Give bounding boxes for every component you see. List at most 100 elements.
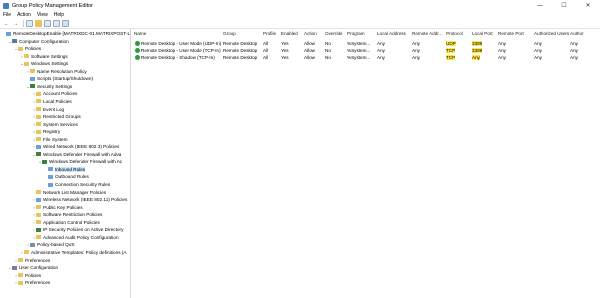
tree-item[interactable]: › Software Restriction Policies	[32, 211, 102, 218]
tree-item-label: File System	[43, 136, 68, 142]
folder-icon	[36, 235, 41, 240]
column-header[interactable]: Group	[223, 31, 236, 39]
table-cell: %System...	[347, 41, 371, 46]
help-icon[interactable]	[62, 20, 69, 27]
column-header[interactable]: Profile	[263, 31, 276, 39]
tree-item[interactable]: › Application Control Policies	[32, 219, 99, 226]
tree-item[interactable]: › Public Key Policies	[32, 204, 82, 211]
folder-icon	[36, 212, 41, 217]
tree-item-label: Software Restriction Policies	[43, 212, 103, 218]
tree-item[interactable]: › Wireless Network (IEEE 802.11) Policies	[32, 196, 127, 203]
menu-view[interactable]: View	[37, 12, 48, 18]
properties-icon[interactable]	[44, 20, 51, 27]
tree-item-label: IP Security Policies on Active Directory	[43, 227, 124, 233]
export-list-icon[interactable]	[53, 20, 60, 27]
tree-item[interactable]: › Event Log	[32, 106, 64, 113]
maximize-button[interactable]: ☐	[552, 0, 576, 11]
column-header[interactable]: Name	[134, 31, 146, 39]
column-header[interactable]: Local Port	[472, 31, 493, 39]
table-cell[interactable]: Remote Desktop - Shadow (TCP-In)	[141, 54, 215, 61]
tree-item[interactable]: › Restricted Groups	[32, 113, 81, 120]
tree-item[interactable]: Inbound Rules	[44, 166, 86, 173]
tree-item[interactable]: › System Services	[32, 121, 78, 128]
folder-icon	[36, 220, 41, 225]
tree-item[interactable]: ⌄ Computer Configuration	[8, 38, 68, 45]
tree-item-label: Name Resolution Policy	[37, 68, 87, 74]
tree-item[interactable]: Connection Security Rules	[44, 181, 110, 188]
tree-item[interactable]: ⌄ Security Settings	[26, 83, 72, 90]
folder-icon	[36, 205, 41, 210]
table-cell: Allow	[304, 41, 315, 46]
tree-item[interactable]: Network List Manager Policies	[32, 189, 106, 196]
tree-item[interactable]: ⌄ Windows Settings	[20, 60, 68, 67]
table-cell: No	[325, 48, 331, 53]
show-hide-tree-icon[interactable]	[26, 20, 33, 27]
tree-item[interactable]: ⌄ User Configuration	[8, 264, 58, 271]
tree-item[interactable]: Scripts (Startup/Shutdown)	[26, 75, 93, 82]
tree-item-label: Restricted Groups	[43, 114, 81, 120]
menu-help[interactable]: Help	[54, 12, 64, 18]
enabled-rule-icon	[135, 41, 140, 46]
tree-item-label: User Configuration	[19, 265, 59, 271]
table-cell: Remote Desktop	[223, 55, 258, 60]
tree-item[interactable]: › Account Policies	[32, 90, 77, 97]
tree-item-label: Account Policies	[43, 91, 78, 97]
table-cell: Any	[534, 48, 542, 53]
column-header[interactable]: Author	[570, 31, 584, 39]
tree-item[interactable]: › Local Policies	[32, 98, 71, 105]
doc-icon	[36, 144, 41, 149]
tree-item[interactable]: › Name Resolution Policy	[26, 68, 87, 75]
tree-item[interactable]: › Advanced Audit Policy Configuration	[32, 234, 118, 241]
column-header[interactable]: Action	[304, 31, 317, 39]
table-cell: 3389	[472, 48, 483, 53]
column-header[interactable]: Remote Addr...	[412, 31, 442, 39]
tree-item[interactable]: › Registry	[32, 128, 60, 135]
tree-item[interactable]: ⌄ Windows Defender Firewall with Ac	[38, 158, 122, 165]
column-header[interactable]: Override	[325, 31, 343, 39]
doc-icon	[36, 197, 41, 202]
table-cell: Any	[570, 41, 578, 46]
column-header[interactable]: Program	[347, 31, 365, 39]
column-header[interactable]: Authorized Users	[534, 31, 569, 39]
table-cell: Remote Desktop	[223, 41, 258, 46]
doc-icon	[30, 76, 35, 81]
tree-item[interactable]: › Policies	[14, 272, 41, 279]
tree-item-label: Network List Manager Policies	[43, 189, 107, 195]
tree-item[interactable]: ⌄ Policies	[14, 45, 41, 52]
tree-item[interactable]: › Administrative Templates: Policy defini…	[20, 249, 126, 256]
table-cell[interactable]: Remote Desktop - User Mode (TCP-In)	[141, 47, 221, 54]
folder-up-icon[interactable]	[35, 20, 42, 27]
column-header[interactable]: Remote Port	[498, 31, 524, 39]
folder-icon	[36, 122, 41, 127]
table-cell: Yes	[281, 41, 289, 46]
table-cell: Any	[412, 48, 420, 53]
tree-item[interactable]: › Wired Network (IEEE 802.3) Policies	[32, 143, 119, 150]
folder-icon	[36, 107, 41, 111]
doc-icon	[48, 174, 53, 179]
tree-item[interactable]: › File System	[32, 136, 67, 143]
tree-item[interactable]: › Software Settings	[20, 53, 67, 60]
folder-icon	[36, 137, 41, 142]
table-cell[interactable]: Remote Desktop - User Mode (UDP-In)	[141, 40, 221, 47]
table-cell: %System...	[347, 48, 371, 53]
tree-item[interactable]: Outbound Rules	[44, 173, 89, 180]
forward-icon[interactable]: →	[12, 20, 19, 27]
column-header[interactable]: Protocol	[446, 31, 463, 39]
app-icon	[3, 2, 9, 9]
menu-action[interactable]: Action	[17, 12, 31, 18]
tree-item[interactable]: › IP Security Policies on Active Director…	[32, 226, 123, 233]
minimize-button[interactable]: —	[528, 0, 552, 11]
column-header[interactable]: Enabled	[281, 31, 298, 39]
table-cell: Allow	[304, 55, 315, 60]
column-header[interactable]: Local Address	[377, 31, 406, 39]
tree-item[interactable]: › Policy-based QoS	[26, 241, 74, 248]
tree-item[interactable]: › Preferences	[14, 279, 50, 286]
back-icon[interactable]: ←	[3, 20, 10, 27]
close-button[interactable]: ✕	[576, 0, 600, 11]
folder-icon	[24, 54, 29, 59]
table-cell: UDP	[446, 41, 456, 46]
menu-file[interactable]: File	[3, 12, 11, 18]
tree-item[interactable]: RemoteDesktopEnable [MATRIXDC-01.MATRIXP…	[2, 30, 130, 37]
tree-item[interactable]: ⌄ Windows Defender Firewall with Adva	[32, 151, 121, 158]
tree-item[interactable]: › Preferences	[14, 257, 50, 264]
